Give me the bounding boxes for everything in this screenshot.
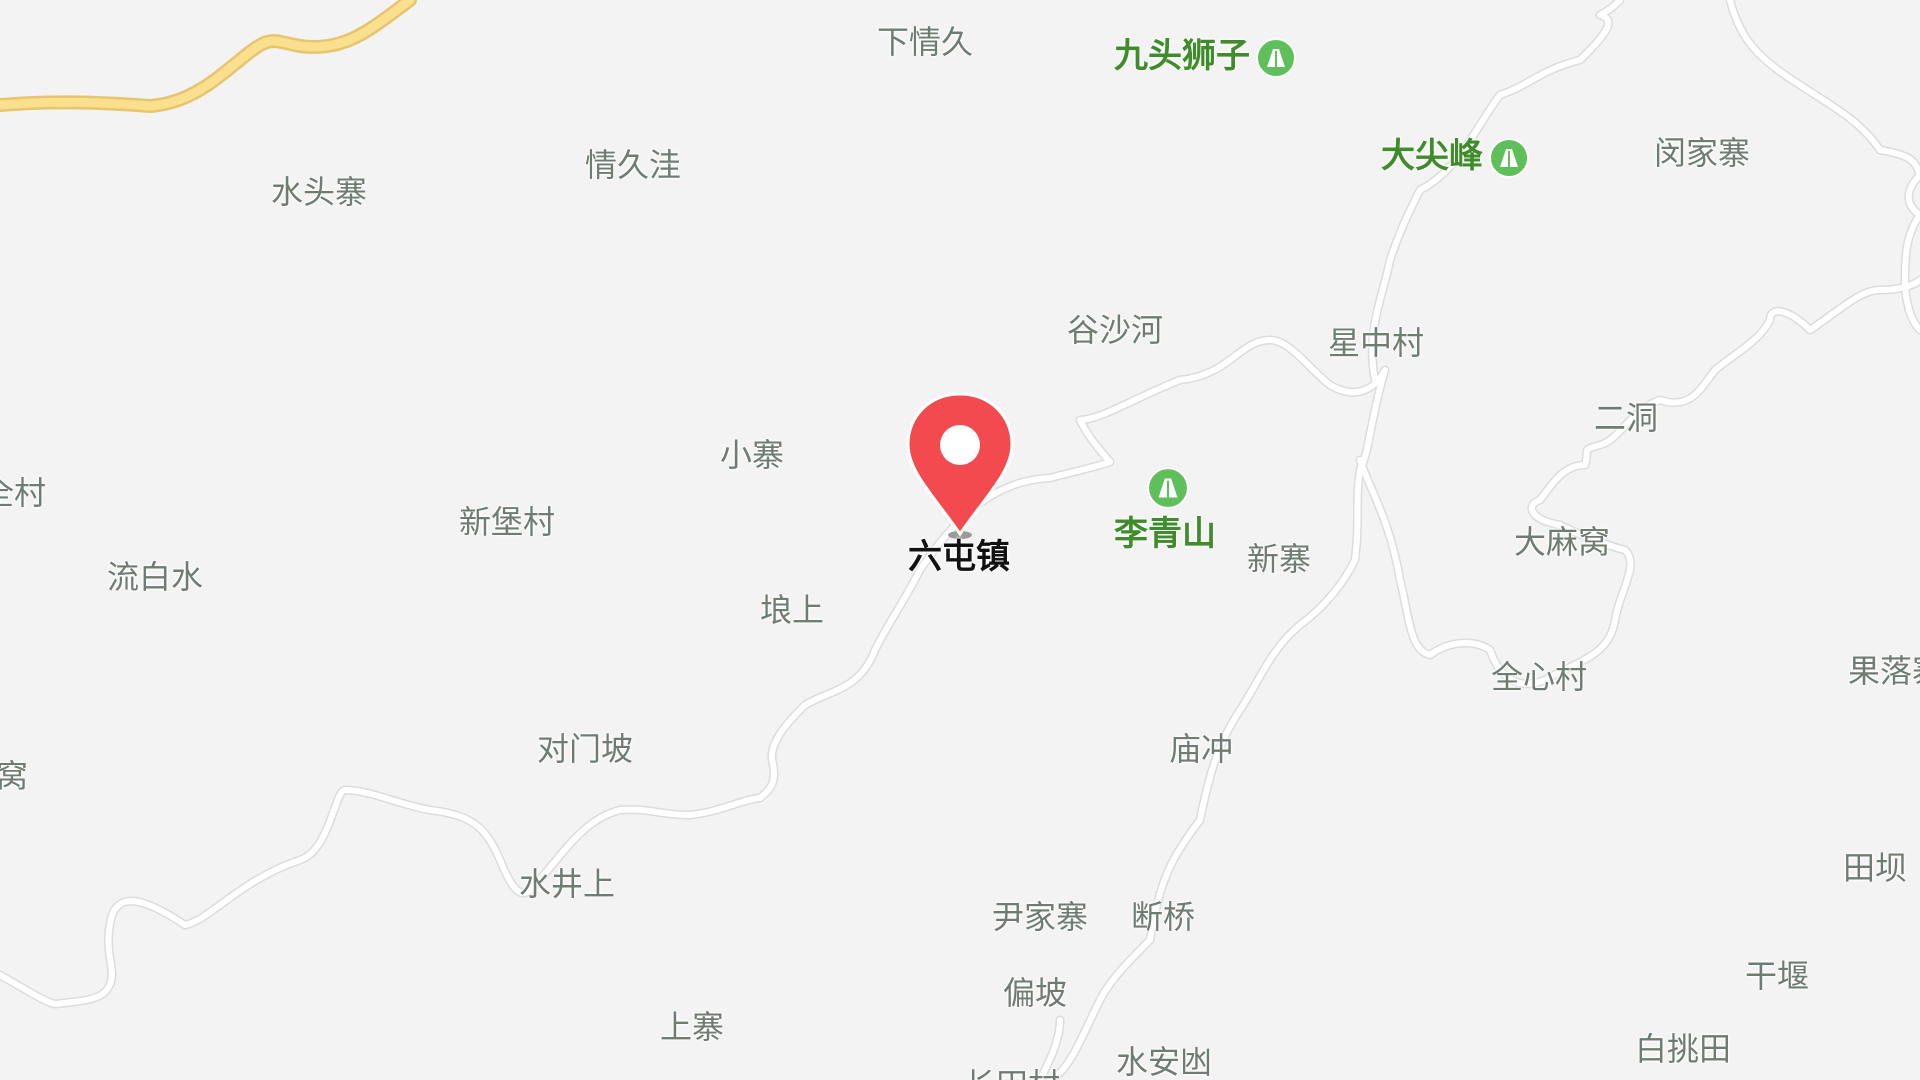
place-label[interactable]: 谷沙河 [1067, 310, 1163, 350]
peak-name: 九头狮子 [1114, 36, 1250, 76]
place-label[interactable]: 二洞 [1594, 398, 1658, 438]
place-label[interactable]: 断桥 [1131, 897, 1195, 937]
map-canvas[interactable]: 下情久 情久洼 水头寨 谷沙河 星中村 闵家寨 小寨 新堡村 流白水 全村 二洞… [0, 0, 1920, 1080]
place-label[interactable]: 闵家寨 [1654, 133, 1750, 173]
place-label[interactable]: 星中村 [1328, 323, 1424, 363]
place-label[interactable]: 大麻窝 [1514, 522, 1610, 562]
major-road [0, 0, 417, 113]
marker-label[interactable]: 六屯镇 [908, 537, 1010, 577]
place-label[interactable]: 尹家寨 [992, 897, 1088, 937]
place-label[interactable]: 下情久 [877, 22, 973, 62]
place-label[interactable]: 庙冲 [1169, 729, 1233, 769]
place-label[interactable]: 果落寨 [1848, 651, 1920, 691]
peak-label[interactable]: 大尖峰 [1381, 136, 1529, 178]
place-label[interactable]: 水安凼 [1116, 1042, 1212, 1080]
place-label[interactable]: 长田村 [964, 1065, 1060, 1080]
peak-name: 大尖峰 [1381, 136, 1483, 176]
peak-label[interactable]: 李青山 [1114, 514, 1216, 554]
place-label[interactable]: 白挑田 [1635, 1029, 1731, 1069]
place-label[interactable]: 上寨 [660, 1007, 724, 1047]
place-label[interactable]: 干堰 [1745, 956, 1809, 996]
place-label[interactable]: 麻窝 [0, 756, 28, 796]
place-label[interactable]: 小寨 [720, 435, 784, 475]
place-label[interactable]: 新寨 [1247, 539, 1311, 579]
place-label[interactable]: 情久洼 [585, 145, 681, 185]
location-pin-icon[interactable] [904, 392, 1016, 544]
place-label[interactable]: 水头寨 [271, 172, 367, 212]
place-label[interactable]: 全村 [0, 473, 46, 513]
place-label[interactable]: 水井上 [519, 864, 615, 904]
mountain-icon [1489, 137, 1529, 178]
place-label[interactable]: 全心村 [1491, 657, 1587, 697]
mountain-icon[interactable] [1147, 467, 1189, 509]
place-label[interactable]: 对门坡 [537, 729, 633, 769]
place-label[interactable]: 偏坡 [1003, 973, 1067, 1013]
mountain-icon [1256, 37, 1296, 78]
place-label[interactable]: 埌上 [760, 590, 824, 630]
peak-label[interactable]: 九头狮子 [1114, 36, 1296, 78]
place-label[interactable]: 流白水 [107, 557, 203, 597]
place-label[interactable]: 田坝 [1843, 848, 1907, 888]
place-label[interactable]: 新堡村 [459, 502, 555, 542]
